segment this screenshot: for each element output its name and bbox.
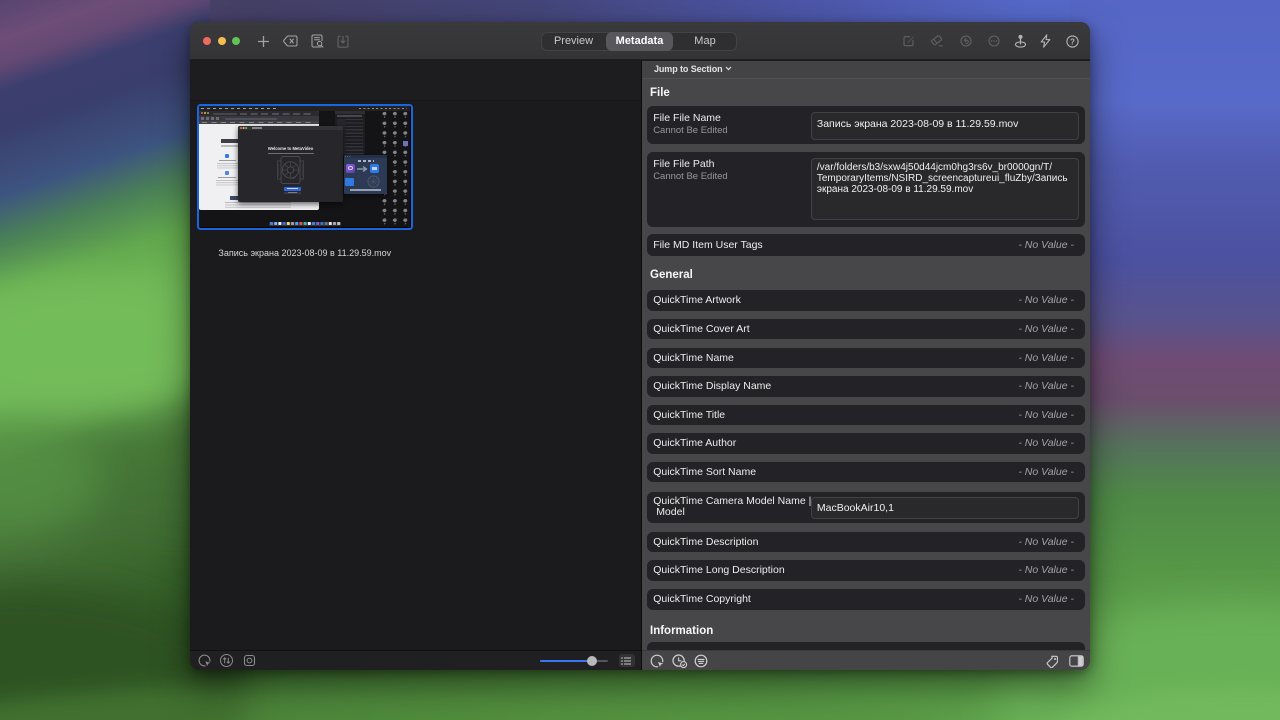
svg-text:?: ?	[1070, 37, 1075, 46]
